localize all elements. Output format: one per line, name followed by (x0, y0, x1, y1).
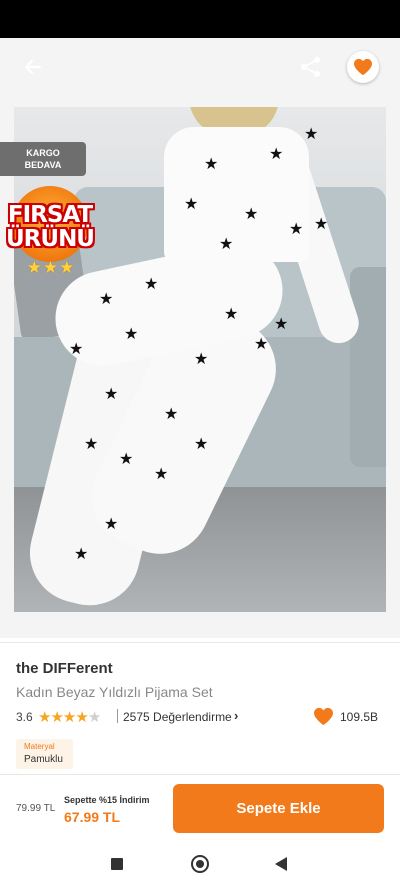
opportunity-line1: FIRSAT (7, 202, 93, 228)
star-icon: ★ (50, 709, 63, 726)
home-icon[interactable] (191, 855, 209, 873)
old-price: 79.99 TL (16, 803, 56, 814)
share-button[interactable] (298, 54, 324, 80)
rating-stars: ★★★★★ (38, 708, 101, 726)
section-divider (0, 642, 400, 643)
chevron-right-icon[interactable]: › (234, 708, 238, 723)
arrow-left-icon (24, 59, 42, 75)
share-icon (301, 57, 320, 77)
free-shipping-line2: BEDAVA (24, 160, 62, 170)
favorite-button[interactable] (347, 51, 379, 83)
back-button[interactable] (20, 54, 46, 80)
status-bar (0, 0, 400, 38)
material-value: Pamuklu (24, 754, 63, 765)
opportunity-product-badge: FIRSAT ÜRÜNÜ ★★★ (0, 186, 100, 281)
material-label: Materyal (24, 742, 55, 751)
system-navigation-bar (0, 840, 400, 888)
free-shipping-badge: KARGO BEDAVA (0, 142, 86, 176)
star-icon: ★ (62, 709, 76, 726)
heart-icon (354, 58, 372, 76)
brand-name[interactable]: the DIFFerent (16, 660, 113, 677)
material-tag: Materyal Pamuklu (16, 739, 73, 769)
free-shipping-line1: KARGO (26, 148, 60, 158)
rating-row: 3.6 ★★★★★ 2575 Değerlendirme › 109.5B (16, 707, 386, 729)
star-empty-icon: ★ (87, 709, 101, 726)
purchase-bar: 79.99 TL Sepette %15 İndirim 67.99 TL Se… (0, 774, 400, 840)
reviews-link[interactable]: 2575 Değerlendirme (123, 710, 232, 724)
discounted-price: 67.99 TL (64, 809, 121, 825)
favorite-count: 109.5B (340, 710, 379, 724)
rating-separator (117, 709, 118, 723)
product-image-gallery[interactable]: ★ ★ ★ ★ ★ ★ ★ ★ ★ ★ ★ ★ ★ ★ ★ ★ ★ ★ ★ ★ … (0, 38, 400, 638)
product-photo: ★ ★ ★ ★ ★ ★ ★ ★ ★ ★ ★ ★ ★ ★ ★ ★ ★ ★ ★ ★ … (14, 107, 386, 612)
opportunity-line2: ÜRÜNÜ (6, 226, 95, 252)
product-title: Kadın Beyaz Yıldızlı Pijama Set (16, 684, 213, 700)
basket-discount-label: Sepette %15 İndirim (64, 795, 150, 805)
badge-stars: ★★★ (26, 258, 76, 277)
favorite-count-heart-icon (313, 707, 334, 729)
rating-score: 3.6 (16, 710, 33, 724)
recent-apps-icon[interactable] (111, 858, 123, 870)
add-to-cart-button[interactable]: Sepete Ekle (173, 784, 384, 833)
system-back-icon[interactable] (275, 857, 287, 871)
star-half-icon: ★ (75, 709, 88, 726)
star-icon: ★ (38, 709, 51, 726)
